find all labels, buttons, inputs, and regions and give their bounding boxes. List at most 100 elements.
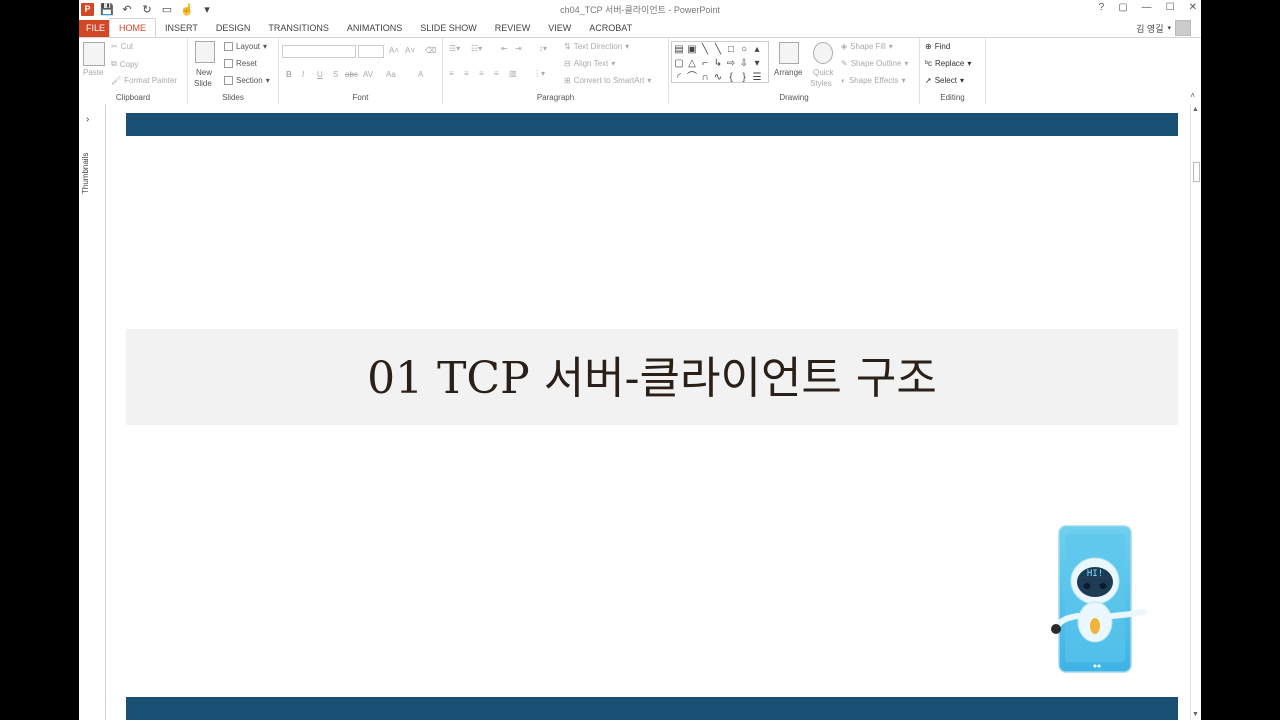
paragraph-direction-icon[interactable]: ⋮▾ xyxy=(533,69,545,78)
slide-title[interactable]: 01 TCP 서버-클라이언트 구조 xyxy=(126,357,1178,401)
vertical-scrollbar[interactable]: ▲ ▼ xyxy=(1190,104,1201,720)
italic-button[interactable]: I xyxy=(302,70,304,79)
format-painter-button[interactable]: 🖌 Format Painter xyxy=(111,76,177,85)
underline-button[interactable]: U xyxy=(317,70,323,79)
expand-thumbnails-icon[interactable]: › xyxy=(86,114,89,125)
arrow-down-shape-icon[interactable]: ⇩ xyxy=(738,57,750,70)
smartart-icon: ⊞ xyxy=(564,76,571,85)
align-text-button[interactable]: ⊟ Align Text ▾ xyxy=(564,59,615,68)
paste-button[interactable]: Paste xyxy=(83,68,103,77)
close-button[interactable]: ✕ xyxy=(1189,2,1197,13)
replace-button[interactable]: ᵇc Replace ▾ xyxy=(925,59,971,68)
find-button[interactable]: ⊕ Find xyxy=(925,42,950,51)
bold-button[interactable]: B xyxy=(286,70,292,79)
line-shape-icon[interactable]: ╲ xyxy=(712,43,724,56)
text-box-shape-icon[interactable]: ▣ xyxy=(686,43,698,56)
increase-indent-icon[interactable]: ⇥ xyxy=(515,44,522,53)
tab-file[interactable]: FILE xyxy=(79,20,109,37)
scroll-down-icon[interactable]: ▼ xyxy=(1192,711,1199,718)
tab-insert[interactable]: INSERT xyxy=(156,20,207,37)
tab-home[interactable]: HOME xyxy=(109,18,156,37)
font-size-combo[interactable] xyxy=(358,45,384,58)
shapes-gallery[interactable]: ▤ ▣ ╲ ╲ □ ○ ▴ ▢ △ ⌐ ↳ ⇨ ⇩ ▾ ◜ ⌒ ∩ ∿ { } xyxy=(671,41,769,83)
grow-font-button[interactable]: A˄ xyxy=(389,46,399,55)
shape-fill-button[interactable]: ◈ Shape Fill ▾ xyxy=(841,42,893,51)
new-slide-button-line1[interactable]: New xyxy=(196,68,212,77)
align-right-icon[interactable]: ≡ xyxy=(479,69,484,78)
convert-smartart-button[interactable]: ⊞ Convert to SmartArt ▾ xyxy=(564,76,651,85)
window-controls: ? ▢ — ☐ ✕ xyxy=(1099,2,1197,13)
line-spacing-icon[interactable]: ↕▾ xyxy=(539,44,547,53)
text-direction-icon: ⇅ xyxy=(564,42,571,51)
rectangle-shape-icon[interactable]: □ xyxy=(725,43,737,56)
align-center-icon[interactable]: ≡ xyxy=(464,69,469,78)
tab-animations[interactable]: ANIMATIONS xyxy=(338,20,411,37)
thumbnails-label[interactable]: Thumbnails xyxy=(81,134,90,194)
arrow-right-shape-icon[interactable]: ⇨ xyxy=(725,57,737,70)
shape-effects-button[interactable]: ◐ Shape Effects ▾ xyxy=(841,76,906,85)
arrange-icon[interactable] xyxy=(779,42,799,64)
section-button[interactable]: Section ▾ xyxy=(224,76,270,85)
elbow-connector-icon[interactable]: ↳ xyxy=(712,57,724,70)
gallery-more-icon[interactable]: ☰ xyxy=(751,71,763,84)
robot-phone-mascot[interactable]: HI! xyxy=(1051,524,1156,674)
paste-icon[interactable] xyxy=(83,42,105,66)
new-slide-button-line2[interactable]: Slide xyxy=(194,79,212,88)
brace-left-shape-icon[interactable]: { xyxy=(725,71,737,84)
columns-icon[interactable]: ▥ xyxy=(509,69,517,78)
clear-formatting-icon[interactable]: ⌫ xyxy=(425,46,436,55)
justify-icon[interactable]: ≡ xyxy=(494,69,499,78)
tab-review[interactable]: REVIEW xyxy=(486,20,540,37)
help-button[interactable]: ? xyxy=(1099,2,1105,13)
arrange-button[interactable]: Arrange xyxy=(774,68,802,77)
copy-button[interactable]: ⧉ Copy xyxy=(111,59,138,69)
account-area[interactable]: 김 영길 ▾ xyxy=(1136,20,1191,36)
shape-outline-button[interactable]: ✎ Shape Outline ▾ xyxy=(841,59,908,68)
text-direction-button[interactable]: ⇅ Text Direction ▾ xyxy=(564,42,629,51)
scrollbar-thumb[interactable] xyxy=(1193,162,1200,182)
curved-shape-icon[interactable]: ◜ xyxy=(673,71,685,84)
curve-shape-icon[interactable]: ∩ xyxy=(699,71,711,84)
ribbon-display-button[interactable]: ▢ xyxy=(1118,2,1127,13)
oval-shape-icon[interactable]: ○ xyxy=(738,43,750,56)
triangle-shape-icon[interactable]: △ xyxy=(686,57,698,70)
rounded-rect-shape-icon[interactable]: ▢ xyxy=(673,57,685,70)
font-name-combo[interactable] xyxy=(282,45,356,58)
line-shape-icon[interactable]: ╲ xyxy=(699,43,711,56)
gallery-down-icon[interactable]: ▾ xyxy=(751,57,763,70)
numbering-icon[interactable]: ☷▾ xyxy=(471,44,482,53)
shrink-font-button[interactable]: A˅ xyxy=(405,46,415,55)
strikethrough-button[interactable]: abc xyxy=(345,70,358,79)
reset-button[interactable]: Reset xyxy=(224,59,257,68)
tab-acrobat[interactable]: ACROBAT xyxy=(580,20,641,37)
tab-view[interactable]: VIEW xyxy=(539,20,580,37)
tab-design[interactable]: DESIGN xyxy=(207,20,260,37)
text-shadow-button[interactable]: S xyxy=(333,70,338,79)
new-slide-icon[interactable] xyxy=(195,41,215,63)
quick-styles-line2[interactable]: Styles xyxy=(810,79,832,88)
minimize-button[interactable]: — xyxy=(1142,2,1152,13)
select-button[interactable]: ➚ Select ▾ xyxy=(925,76,964,85)
brace-right-shape-icon[interactable]: } xyxy=(738,71,750,84)
decrease-indent-icon[interactable]: ⇤ xyxy=(501,44,508,53)
bullets-icon[interactable]: ☰▾ xyxy=(449,44,460,53)
quick-styles-icon[interactable] xyxy=(813,42,833,64)
change-case-button[interactable]: Aa xyxy=(386,70,396,79)
tab-transitions[interactable]: TRANSITIONS xyxy=(259,20,338,37)
quick-styles-line1[interactable]: Quick xyxy=(813,68,833,77)
align-left-icon[interactable]: ≡ xyxy=(449,69,454,78)
gallery-up-icon[interactable]: ▴ xyxy=(751,43,763,56)
character-spacing-button[interactable]: AV xyxy=(363,70,373,79)
elbow-connector-icon[interactable]: ⌐ xyxy=(699,57,711,70)
scribble-shape-icon[interactable]: ∿ xyxy=(712,71,724,84)
tab-slide-show[interactable]: SLIDE SHOW xyxy=(411,20,486,37)
maximize-button[interactable]: ☐ xyxy=(1166,2,1175,13)
font-color-button[interactable]: A xyxy=(418,70,423,79)
scroll-up-icon[interactable]: ▲ xyxy=(1192,106,1199,113)
cut-button[interactable]: ✂ Cut xyxy=(111,42,133,51)
collapse-ribbon-icon[interactable]: ˄ xyxy=(1190,91,1195,100)
text-box-shape-icon[interactable]: ▤ xyxy=(673,43,685,56)
freeform-shape-icon[interactable]: ⌒ xyxy=(686,71,698,84)
slide-canvas[interactable]: 01 TCP 서버-클라이언트 구조 HI! xyxy=(126,113,1178,720)
layout-button[interactable]: Layout ▾ xyxy=(224,42,267,51)
